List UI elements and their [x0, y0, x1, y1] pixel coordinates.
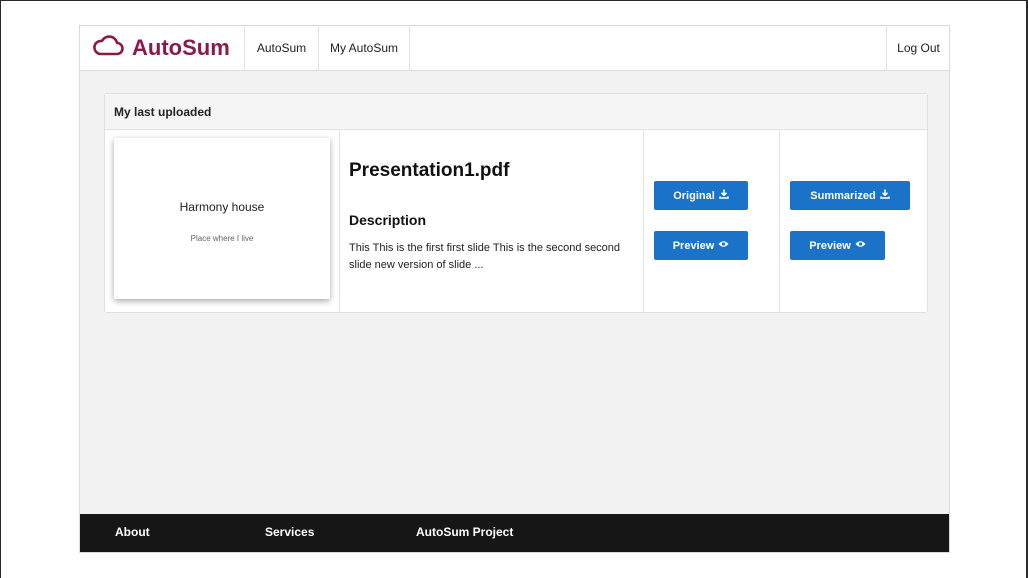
- footer-services-link[interactable]: Services: [265, 514, 314, 550]
- original-download-button[interactable]: Original: [654, 181, 748, 210]
- summarized-button-label: Summarized: [810, 189, 876, 202]
- footer-project-link[interactable]: AutoSum Project: [416, 514, 513, 550]
- last-uploaded-panel: My last uploaded Harmony house Place whe…: [104, 93, 928, 313]
- brand-name: AutoSum: [132, 35, 230, 60]
- original-preview-label: Preview: [672, 239, 715, 252]
- nav-my-autosum[interactable]: My AutoSum: [318, 26, 410, 70]
- description-heading: Description: [349, 212, 427, 228]
- eye-icon: [855, 240, 866, 251]
- summarized-preview-label: Preview: [809, 239, 851, 252]
- slide-thumbnail[interactable]: Harmony house Place where I live: [114, 138, 330, 299]
- download-icon: [879, 189, 890, 202]
- original-preview-button[interactable]: Preview: [654, 231, 748, 260]
- original-button-label: Original: [673, 189, 715, 202]
- column-divider: [339, 130, 340, 312]
- cloud-icon: [92, 34, 124, 62]
- top-navbar: AutoSum AutoSum My AutoSum Log Out: [80, 26, 949, 71]
- eye-icon: [718, 240, 729, 251]
- panel-title: My last uploaded: [105, 94, 927, 130]
- app-window: AutoSum AutoSum My AutoSum Log Out My la…: [79, 25, 950, 553]
- column-divider: [779, 130, 780, 312]
- thumbnail-cell: Harmony house Place where I live: [105, 130, 340, 312]
- thumbnail-subtitle: Place where I live: [190, 234, 254, 243]
- download-icon: [718, 189, 729, 202]
- summarized-preview-button[interactable]: Preview: [790, 231, 885, 260]
- column-divider: [643, 130, 644, 312]
- file-name: Presentation1.pdf: [349, 160, 510, 181]
- footer: About Services AutoSum Project: [80, 514, 949, 552]
- footer-about-link[interactable]: About: [115, 514, 150, 550]
- description-text: This This is the first first slide This …: [349, 242, 621, 271]
- window-border-left: [0, 0, 1, 578]
- summarized-download-button[interactable]: Summarized: [790, 181, 910, 210]
- file-info: Presentation1.pdf Description This This …: [349, 130, 649, 312]
- nav-autosum[interactable]: AutoSum: [244, 26, 318, 70]
- brand-logo[interactable]: AutoSum: [92, 26, 230, 70]
- window-border-top: [0, 0, 1028, 1]
- logout-link[interactable]: Log Out: [886, 26, 949, 70]
- thumbnail-title: Harmony house: [179, 200, 265, 214]
